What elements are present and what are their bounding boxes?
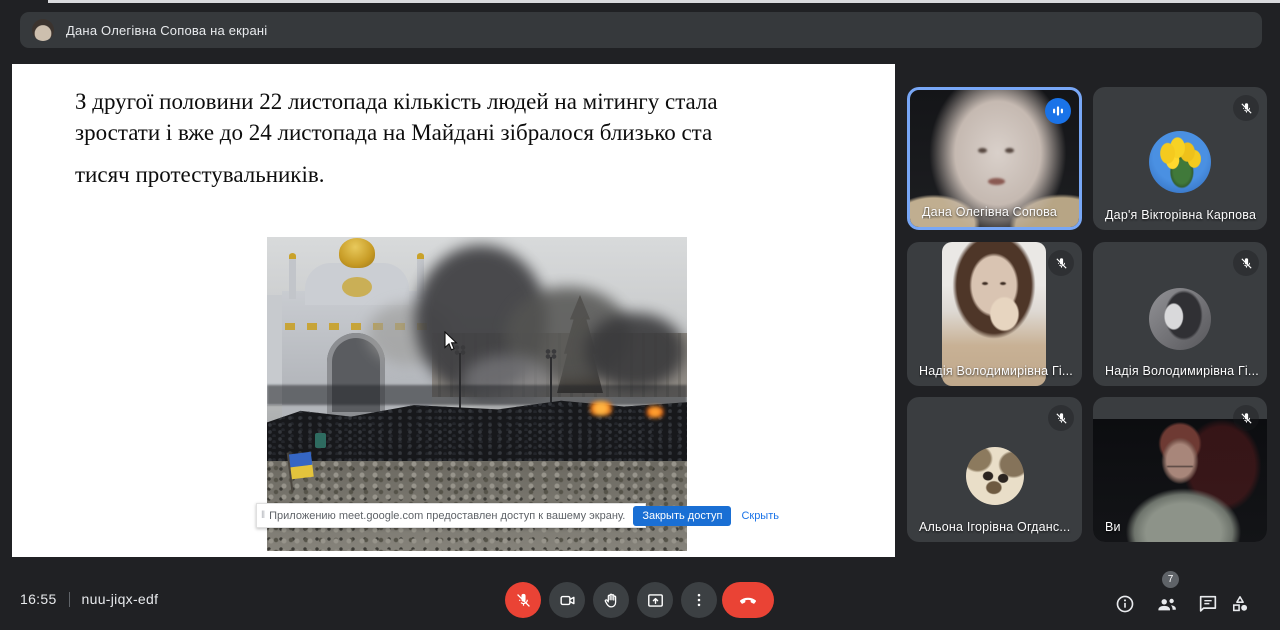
avatar-puppy (965, 447, 1024, 505)
raise-hand-icon (604, 593, 616, 607)
show-participants-button[interactable] (1155, 592, 1179, 616)
golden-dome (339, 238, 375, 268)
more-options-button[interactable] (681, 582, 717, 618)
presenter-avatar (32, 19, 54, 41)
end-call-button[interactable] (722, 582, 774, 618)
chat-icon (1199, 595, 1217, 612)
meeting-info: 16:55 nuu-jiqx-edf (20, 591, 158, 607)
divider (68, 591, 70, 607)
mic-off-icon (1048, 250, 1074, 276)
glasses (1167, 461, 1193, 467)
participant-name: Надія Володимирівна Гі... (919, 364, 1073, 378)
mic-off-icon (516, 593, 530, 607)
present-screen-icon (647, 593, 663, 607)
shared-slide: З другої половини 22 листопада кількість… (12, 64, 895, 557)
participant-tile-nadiia-1[interactable]: Надія Володимирівна Гі... (907, 242, 1082, 386)
mic-off-icon (1048, 405, 1074, 431)
activities-icon (1232, 596, 1248, 612)
participant-tile-dana[interactable]: Дана Олегівна Сопова (907, 87, 1082, 230)
stop-sharing-button[interactable]: Закрыть доступ (633, 505, 732, 526)
drag-handle-icon[interactable]: ‖ (261, 510, 265, 521)
meet-window: Дана Олегівна Сопова на екрані З другої … (0, 0, 1280, 630)
distant-crowd (267, 385, 687, 405)
participant-name: Дар'я Вікторівна Карпова (1105, 208, 1257, 222)
camera-toggle-button[interactable] (549, 582, 585, 618)
participant-name: Надія Володимирівна Гі... (1105, 364, 1259, 378)
presenting-banner-text: Дана Олегівна Сопова на екрані (66, 22, 268, 38)
activities-button[interactable] (1228, 592, 1252, 616)
participant-tile-alona[interactable]: Альона Ігорівна Огданс... (907, 397, 1082, 542)
screen-share-notification: ‖ Приложению meet.google.com предоставле… (256, 503, 779, 528)
participant-tile-you[interactable]: Ви (1093, 397, 1267, 542)
mic-off-icon (1233, 250, 1259, 276)
participant-tile-darya[interactable]: Дар'я Вікторівна Карпова (1093, 87, 1267, 230)
slide-text-line: З другої половини 22 листопада кількість… (75, 89, 718, 114)
participant-tile-nadiia-2[interactable]: Надія Володимирівна Гі... (1093, 242, 1267, 386)
speaking-indicator-icon (1045, 98, 1071, 124)
people-icon (1158, 598, 1176, 611)
mic-off-icon (1233, 95, 1259, 121)
avatar-tulips (1149, 131, 1211, 193)
participant-name: Дана Олегівна Сопова (922, 205, 1058, 219)
mouse-cursor (444, 331, 458, 351)
avatar-bw-portrait (1149, 288, 1211, 350)
chat-button[interactable] (1196, 592, 1220, 616)
participant-name: Ви (1105, 520, 1121, 534)
smoke-plume (585, 313, 685, 389)
meeting-code: nuu-jiqx-edf (81, 591, 159, 607)
participants-count-badge: 7 (1162, 571, 1179, 588)
fire-glow (587, 401, 615, 416)
participant-name: Альона Ігорівна Огданс... (919, 520, 1071, 534)
info-icon (1116, 595, 1134, 613)
ukrainian-flag (286, 450, 318, 493)
end-call-icon (739, 597, 757, 604)
presenting-banner: Дана Олегівна Сопова на екрані (20, 12, 1262, 48)
slide-text-line: тисяч протестувальників. (75, 162, 325, 187)
hide-notification-button[interactable]: Скрыть (741, 510, 779, 522)
slide-text: З другої половини 22 листопада кількість… (75, 86, 718, 190)
camera-icon (559, 595, 575, 605)
raise-hand-button[interactable] (593, 582, 629, 618)
fire-glow (645, 406, 665, 418)
clock-time: 16:55 (20, 591, 57, 607)
slide-text-line: зростати і вже до 24 листопада на Майдан… (75, 120, 713, 145)
mic-off-icon (1233, 405, 1259, 431)
more-options-icon (697, 593, 701, 607)
present-screen-button[interactable] (637, 582, 673, 618)
meeting-details-button[interactable] (1113, 592, 1137, 616)
screen-edge-strip (48, 0, 1280, 3)
mic-toggle-button[interactable] (505, 582, 541, 618)
share-message: Приложению meet.google.com предоставлен … (269, 509, 626, 522)
